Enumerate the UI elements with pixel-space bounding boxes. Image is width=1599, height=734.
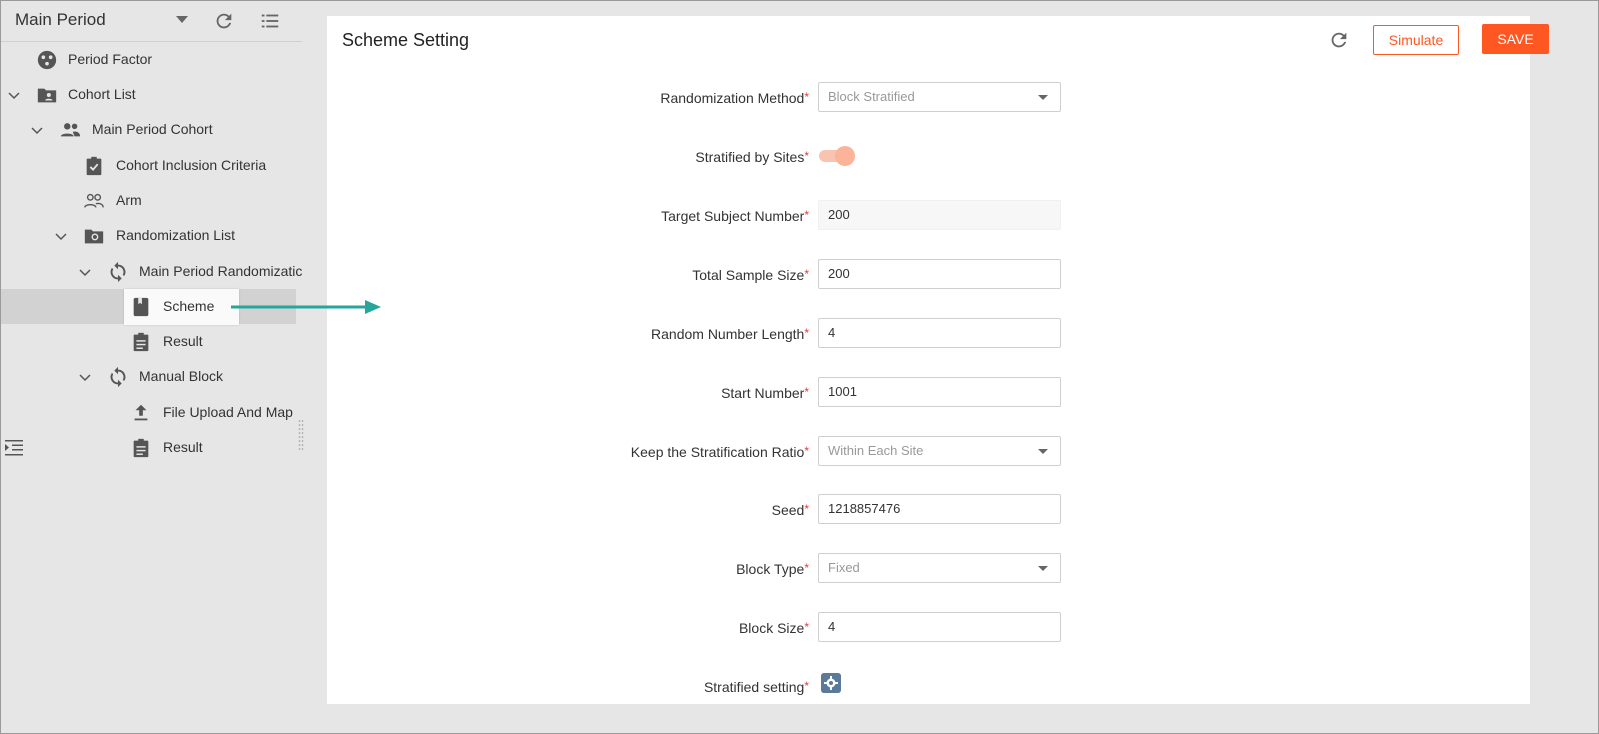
caret-down-icon bbox=[1038, 95, 1048, 100]
form-row-target-subject-number: Target Subject Number* 200 bbox=[327, 200, 1530, 232]
app-window: Main Period Period Factor Cohort List Ma… bbox=[0, 0, 1599, 734]
period-factor-icon bbox=[37, 50, 57, 70]
field-label: Stratified setting* bbox=[703, 679, 809, 695]
start-number-input[interactable]: 1001 bbox=[818, 377, 1061, 407]
gear-icon[interactable] bbox=[821, 673, 841, 693]
form-row-random-number-length: Random Number Length* 4 bbox=[327, 318, 1530, 350]
form-row-stratified-setting: Stratified setting* bbox=[327, 671, 1530, 703]
refresh-icon[interactable] bbox=[1328, 29, 1350, 51]
field-label: Random Number Length* bbox=[651, 326, 809, 342]
form-row-block-size: Block Size* 4 bbox=[327, 612, 1530, 644]
seed-input[interactable]: 1218857476 bbox=[818, 494, 1061, 524]
clipboard-check-icon bbox=[86, 156, 102, 176]
chevron-down-icon[interactable] bbox=[78, 370, 92, 384]
random-number-length-input[interactable]: 4 bbox=[818, 318, 1061, 348]
field-label: Randomization Method* bbox=[660, 90, 809, 106]
annotation-arrow-icon bbox=[231, 300, 381, 314]
book-icon bbox=[133, 297, 149, 317]
tree-item-manual-block[interactable]: Manual Block bbox=[1, 359, 302, 394]
chevron-down-icon[interactable] bbox=[54, 229, 68, 243]
tree-item-label: Scheme bbox=[163, 298, 215, 314]
chevron-down-icon[interactable] bbox=[7, 88, 21, 102]
drag-handle-icon[interactable] bbox=[298, 419, 304, 451]
keep-stratification-ratio-select[interactable]: Within Each Site bbox=[818, 436, 1061, 466]
caret-down-icon bbox=[1038, 566, 1048, 571]
tree-item-main-period-cohort[interactable]: Main Period Cohort bbox=[1, 112, 302, 147]
form-row-stratified-by-sites: Stratified by Sites* bbox=[327, 141, 1530, 173]
field-label: Total Sample Size* bbox=[692, 267, 809, 283]
tree-item-period-factor[interactable]: Period Factor bbox=[1, 42, 302, 77]
randomization-method-select[interactable]: Block Stratified bbox=[818, 82, 1061, 112]
tree-item-label: Result bbox=[163, 333, 203, 349]
upload-icon bbox=[134, 404, 148, 421]
block-type-select[interactable]: Fixed bbox=[818, 553, 1061, 583]
clipboard-text-icon bbox=[133, 332, 149, 352]
tree-item-label: Manual Block bbox=[139, 368, 224, 384]
tree-item-label: Main Period Randomizatic bbox=[139, 263, 303, 279]
form-row-randomization-method: Randomization Method* Block Stratified bbox=[327, 82, 1530, 114]
tree-item-label: Cohort List bbox=[68, 86, 136, 102]
form-row-total-sample-size: Total Sample Size* 200 bbox=[327, 259, 1530, 291]
target-subject-number-field: 200 bbox=[818, 200, 1061, 230]
field-label: Block Size* bbox=[738, 620, 809, 636]
people-outline-icon bbox=[84, 193, 104, 208]
list-icon[interactable] bbox=[259, 10, 281, 32]
save-button[interactable]: SAVE bbox=[1482, 24, 1549, 54]
folder-account-icon bbox=[37, 88, 57, 103]
tree-item-cohort-inclusion-criteria[interactable]: Cohort Inclusion Criteria bbox=[1, 148, 302, 183]
tree-item-result[interactable]: Result bbox=[1, 324, 302, 359]
tree-item-result[interactable]: Result bbox=[1, 430, 302, 465]
tree-item-randomization-list[interactable]: Randomization List bbox=[1, 218, 302, 253]
tree-item-file-upload-and-map[interactable]: File Upload And Map bbox=[1, 395, 302, 430]
people-icon bbox=[60, 123, 81, 137]
toggle-knob bbox=[835, 146, 855, 166]
form-row-keep-stratification-ratio: Keep the Stratification Ratio* Within Ea… bbox=[327, 436, 1530, 468]
block-size-input[interactable]: 4 bbox=[818, 612, 1061, 642]
tree-item-arm[interactable]: Arm bbox=[1, 183, 302, 218]
clipboard-text-icon bbox=[133, 438, 149, 458]
tree-item-label: Result bbox=[163, 439, 203, 455]
tree-item-label: File Upload And Map bbox=[163, 404, 293, 420]
field-label: Block Type* bbox=[736, 561, 809, 577]
tree-item-label: Arm bbox=[116, 192, 142, 208]
chevron-down-icon[interactable] bbox=[78, 265, 92, 279]
tree-item-main-period-randomization[interactable]: Main Period Randomizatic bbox=[1, 254, 302, 289]
sidebar: Main Period Period Factor Cohort List Ma… bbox=[1, 1, 302, 733]
simulate-button[interactable]: Simulate bbox=[1373, 25, 1459, 55]
scheme-setting-panel: Scheme Setting Simulate SAVE Randomizati… bbox=[327, 16, 1549, 704]
form-row-block-type: Block Type* Fixed bbox=[327, 553, 1530, 585]
tree-item-cohort-list[interactable]: Cohort List bbox=[1, 77, 302, 112]
refresh-icon[interactable] bbox=[213, 10, 235, 32]
caret-down-icon bbox=[1038, 449, 1048, 454]
field-label: Target Subject Number* bbox=[661, 208, 809, 224]
sync-icon bbox=[110, 366, 126, 388]
tree-item-label: Cohort Inclusion Criteria bbox=[116, 157, 267, 173]
period-select[interactable]: Main Period bbox=[15, 10, 106, 30]
tree-item-label: Main Period Cohort bbox=[92, 121, 213, 137]
folder-sync-icon bbox=[84, 229, 104, 244]
stratified-by-sites-toggle[interactable] bbox=[819, 145, 855, 167]
sync-icon bbox=[110, 261, 126, 283]
chevron-down-icon[interactable] bbox=[176, 16, 188, 23]
field-label: Seed* bbox=[771, 502, 809, 518]
tree-item-label: Randomization List bbox=[116, 227, 236, 243]
field-label: Start Number* bbox=[721, 385, 809, 401]
form-row-seed: Seed* 1218857476 bbox=[327, 494, 1530, 526]
field-label: Stratified by Sites* bbox=[695, 149, 809, 165]
tree-item-label: Period Factor bbox=[68, 51, 153, 67]
sidebar-header: Main Period bbox=[1, 1, 302, 42]
total-sample-size-input[interactable]: 200 bbox=[818, 259, 1061, 289]
field-label: Keep the Stratification Ratio* bbox=[630, 444, 809, 460]
collapse-sidebar-icon[interactable] bbox=[4, 439, 24, 457]
page-title: Scheme Setting bbox=[342, 30, 470, 50]
chevron-down-icon[interactable] bbox=[30, 123, 44, 137]
splitter[interactable] bbox=[302, 1, 326, 733]
form-row-start-number: Start Number* 1001 bbox=[327, 377, 1530, 409]
